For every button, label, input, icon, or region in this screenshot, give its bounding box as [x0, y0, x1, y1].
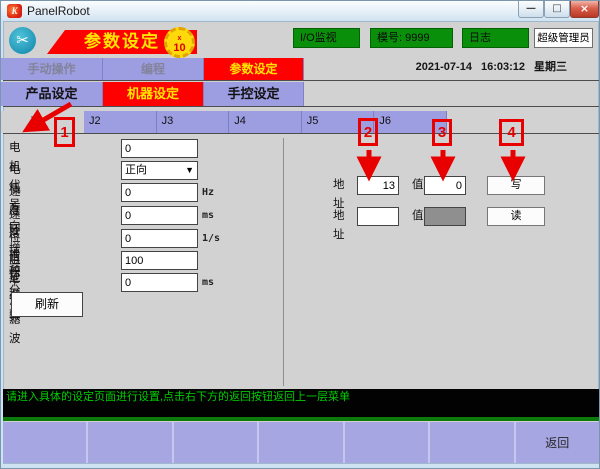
app-window: K PanelRobot — □ × ✂ 参数设定 x 10 I/O监视 模号:…: [0, 0, 600, 469]
damping-parameter-input[interactable]: [121, 251, 198, 270]
minimize-button[interactable]: —: [518, 1, 544, 18]
vertical-divider: [283, 138, 284, 386]
weekday-text: 星期三: [534, 60, 567, 74]
softkey-blank-1: [3, 422, 86, 463]
unit-label: ms: [202, 273, 214, 292]
tab-product-settings[interactable]: 产品设定: [1, 82, 103, 106]
softkey-blank-3: [172, 422, 257, 463]
tab-parameter-settings[interactable]: 参数设定: [204, 58, 304, 80]
read-button[interactable]: 读: [487, 207, 545, 226]
datetime-display: 2021-07-14 16:03:12 星期三: [409, 60, 567, 74]
unit-label: ms: [202, 206, 214, 225]
date-text: 2021-07-14: [416, 60, 472, 74]
speed-loop-gain-input[interactable]: [121, 183, 198, 202]
motor-code-input[interactable]: [121, 139, 198, 158]
tab-machine-settings[interactable]: 机器设定: [103, 82, 204, 106]
speed-loop-integral-input[interactable]: [121, 206, 198, 225]
softkey-blank-6: [428, 422, 513, 463]
tab-manual-operation[interactable]: 手动操作: [1, 58, 103, 80]
softkey-blank-5: [343, 422, 428, 463]
speed-multiplier-gear-icon[interactable]: x 10: [164, 27, 195, 58]
io-monitor-button[interactable]: I/O监视: [293, 28, 360, 48]
time-text: 16:03:12: [481, 60, 525, 74]
tools-icon: ✂: [9, 27, 36, 54]
axis-tab-j2[interactable]: J2: [84, 111, 157, 133]
tab-manual-control-settings[interactable]: 手控设定: [204, 82, 304, 106]
mold-number-button[interactable]: 模号: 9999: [370, 28, 453, 48]
bottom-button-bar: 返回: [3, 422, 599, 463]
user-role-button[interactable]: 超级管理员: [534, 28, 593, 48]
status-message-bar: 请进入具体的设定页面进行设置,点击右下方的返回按钮返回上一层菜单: [3, 389, 599, 421]
axis-tab-j3[interactable]: J3: [157, 111, 230, 133]
value-label: 值: [412, 176, 424, 195]
window-title: PanelRobot: [27, 1, 90, 21]
value-label: 值: [412, 207, 424, 226]
softkey-blank-4: [257, 422, 342, 463]
unit-label: 1/s: [202, 229, 220, 248]
position-loop-gain-input[interactable]: [121, 229, 198, 248]
refresh-button[interactable]: 刷新: [11, 292, 83, 317]
write-button[interactable]: 写: [487, 176, 545, 195]
write-value-input[interactable]: [424, 176, 466, 195]
read-value-display: [424, 207, 466, 226]
softkey-blank-2: [86, 422, 171, 463]
return-button[interactable]: 返回: [514, 422, 599, 463]
maximize-button[interactable]: □: [544, 1, 570, 18]
separator-line: [3, 106, 599, 107]
chevron-down-icon: ▼: [185, 162, 194, 179]
log-button[interactable]: 日志: [462, 28, 529, 48]
annotation-box-1: 1: [54, 117, 75, 147]
write-address-input[interactable]: [357, 176, 399, 195]
annotation-box-4: 4: [499, 119, 524, 146]
read-address-input[interactable]: [357, 207, 399, 226]
axis-tab-strip: J2 J3 J4 J5 J6: [84, 111, 447, 133]
separator-line: [3, 80, 599, 81]
gear-badge-number: 10: [167, 43, 192, 54]
app-logo-icon: K: [7, 4, 22, 18]
selected-option: 正向: [125, 162, 147, 179]
tab-programming[interactable]: 编程: [103, 58, 204, 80]
title-bar[interactable]: K PanelRobot — □ ×: [1, 1, 600, 21]
close-button[interactable]: ×: [570, 1, 599, 18]
unit-label: Hz: [202, 183, 214, 202]
motor-direction-select[interactable]: 正向 ▼: [121, 161, 198, 180]
smoothing-filter-input[interactable]: [121, 273, 198, 292]
annotation-box-3: 3: [432, 119, 452, 146]
annotation-box-2: 2: [358, 118, 378, 146]
axis-tab-j4[interactable]: J4: [229, 111, 302, 133]
address-label: 地址: [333, 207, 345, 245]
